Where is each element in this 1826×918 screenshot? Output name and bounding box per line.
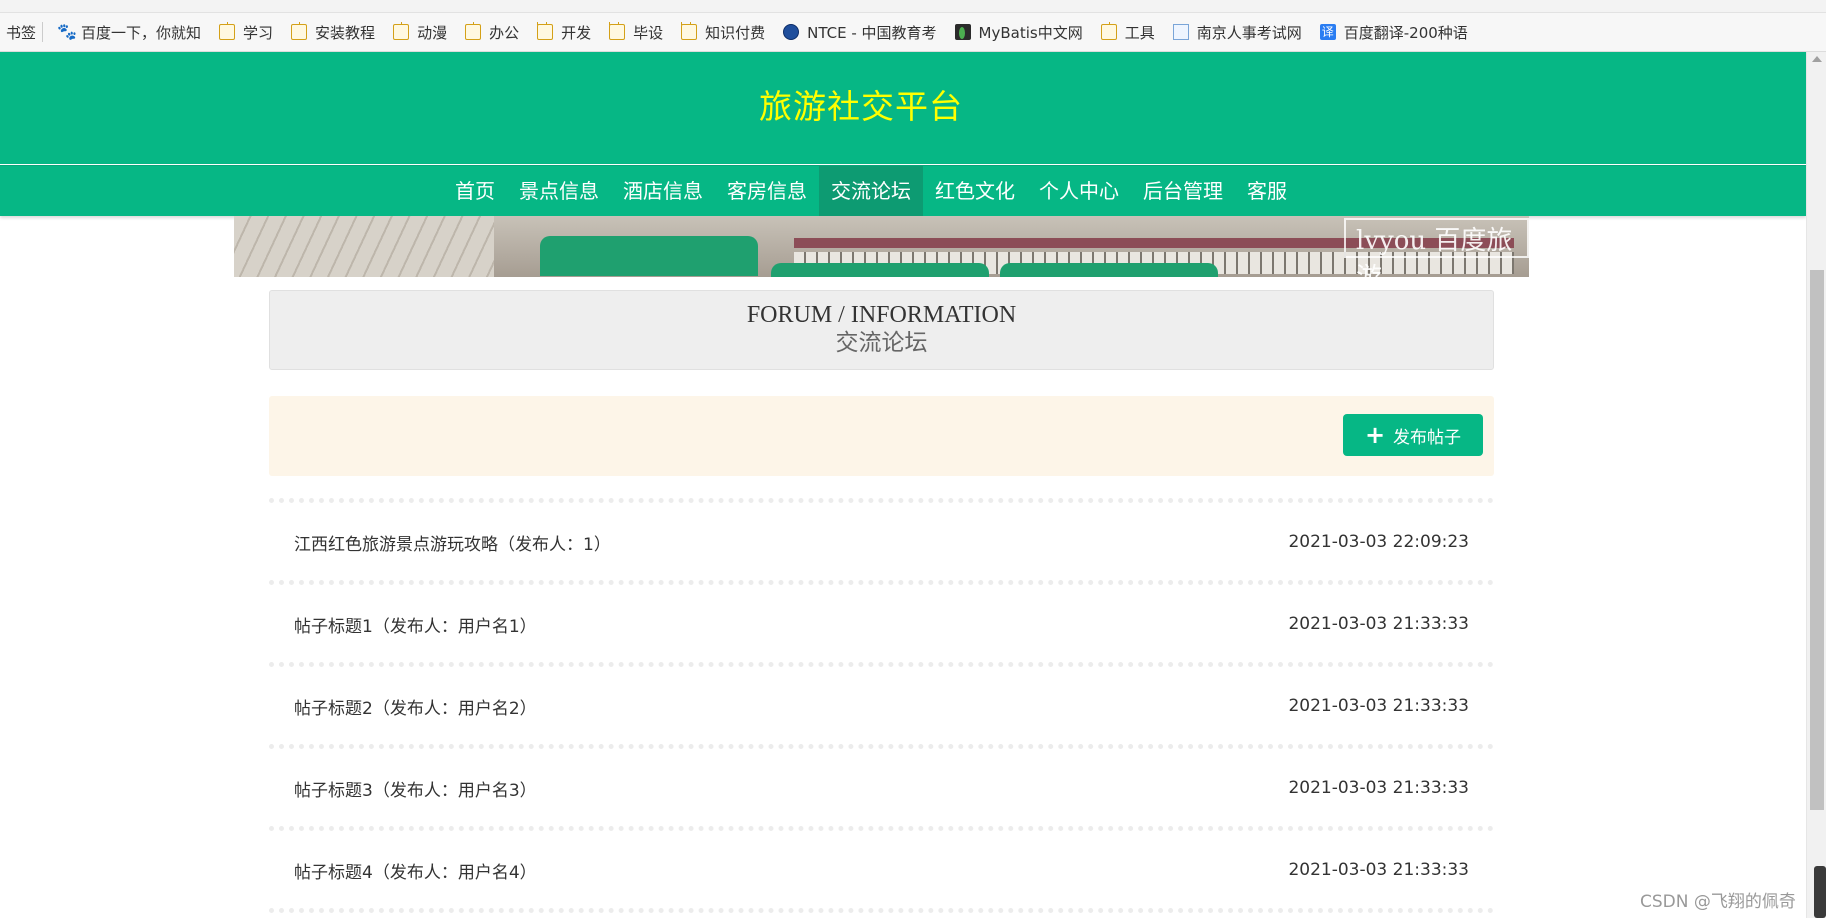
bookmark-item[interactable]: 🐾 百度一下，你就知 xyxy=(57,22,201,43)
post-timestamp: 2021-03-03 21:33:33 xyxy=(1288,778,1469,798)
bookmarks-label: 书签 xyxy=(6,23,37,42)
section-title-cn: 交流论坛 xyxy=(835,330,928,356)
folder-icon xyxy=(1100,21,1117,40)
float-widget[interactable] xyxy=(1814,866,1826,918)
bookmark-label: 工具 xyxy=(1124,23,1155,42)
forum-post-row[interactable]: 帖子标题3（发布人：用户名3） 2021-03-03 21:33:33 xyxy=(269,750,1494,826)
nav-item[interactable]: 交流论坛 xyxy=(819,166,923,216)
bookmark-label: 开发 xyxy=(561,23,592,42)
post-title-link[interactable]: 帖子标题1（发布人：用户名1） xyxy=(294,612,537,637)
folder-icon xyxy=(537,21,554,40)
page-scrollbar[interactable] xyxy=(1806,52,1826,918)
action-bar: + 发布帖子 xyxy=(269,396,1494,476)
bookmark-label: 南京人事考试网 xyxy=(1196,23,1302,42)
post-timestamp: 2021-03-03 21:33:33 xyxy=(1288,614,1469,634)
post-title-link[interactable]: 帖子标题4（发布人：用户名4） xyxy=(294,858,537,883)
row-divider xyxy=(269,908,1494,914)
browser-toolbar xyxy=(0,0,1826,13)
section-title-en: FORUM / INFORMATION xyxy=(746,302,1017,328)
bookmark-label: 安装教程 xyxy=(315,23,376,42)
folder-icon xyxy=(681,21,698,40)
bookmark-item[interactable]: 办公 xyxy=(465,21,520,43)
bookmark-item[interactable]: MyBatis中文网 xyxy=(954,22,1083,43)
carousel-tab-3[interactable] xyxy=(1000,263,1218,277)
nav-item[interactable]: 后台管理 xyxy=(1131,166,1235,216)
forum-post-list: 江西红色旅游景点游玩攻略（发布人：1） 2021-03-03 22:09:23 帖子… xyxy=(269,498,1494,914)
bookmark-label: 办公 xyxy=(489,23,520,42)
doc-icon xyxy=(1172,24,1189,40)
bookmark-label: 毕设 xyxy=(633,23,664,42)
nav-item[interactable]: 酒店信息 xyxy=(611,166,715,216)
banner-watermark: lvyou 百度旅游 xyxy=(1344,218,1529,277)
forum-post-row[interactable]: 帖子标题1（发布人：用户名1） 2021-03-03 21:33:33 xyxy=(269,586,1494,662)
folder-icon xyxy=(291,21,308,40)
bookmark-item[interactable]: 毕设 xyxy=(609,21,664,43)
nav-item[interactable]: 个人中心 xyxy=(1027,166,1131,216)
publish-post-button[interactable]: + 发布帖子 xyxy=(1343,414,1483,456)
post-title-link[interactable]: 帖子标题3（发布人：用户名3） xyxy=(294,776,537,801)
post-title-link[interactable]: 江西红色旅游景点游玩攻略（发布人：1） xyxy=(294,530,611,555)
bookmark-label: 学习 xyxy=(243,23,274,42)
translate-icon: 译 xyxy=(1319,24,1336,40)
bookmark-label: 动漫 xyxy=(417,23,448,42)
page: 书签 🐾 百度一下，你就知 学习 安装教程 动漫 办公 开发 毕设 知识付费 NTCE - 中国教… xyxy=(0,0,1826,918)
forum-post-row[interactable]: 江西红色旅游景点游玩攻略（发布人：1） 2021-03-03 22:09:23 xyxy=(269,504,1494,580)
carousel-tab-1[interactable] xyxy=(540,236,758,276)
scroll-up-arrow-icon[interactable] xyxy=(1812,56,1822,62)
bookmark-item[interactable]: NTCE - 中国教育考 xyxy=(783,22,937,43)
publish-post-label: 发布帖子 xyxy=(1393,427,1462,448)
bookmark-item[interactable]: 工具 xyxy=(1100,21,1155,43)
nav-item[interactable]: 景点信息 xyxy=(507,166,611,216)
bookmark-label: MyBatis中文网 xyxy=(978,23,1083,42)
post-timestamp: 2021-03-03 22:09:23 xyxy=(1288,532,1469,552)
scroll-thumb[interactable] xyxy=(1810,270,1824,810)
bookmarks-divider xyxy=(42,22,44,42)
nav-item[interactable]: 客服 xyxy=(1235,166,1299,216)
forum-post-row[interactable]: 帖子标题2（发布人：用户名2） 2021-03-03 21:33:33 xyxy=(269,668,1494,744)
post-timestamp: 2021-03-03 21:33:33 xyxy=(1288,860,1469,880)
site-title[interactable]: 旅游社交平台 xyxy=(0,80,1722,128)
csdn-watermark: CSDN @飞翔的佩奇 xyxy=(1640,892,1796,912)
nav-item[interactable]: 红色文化 xyxy=(923,166,1027,216)
bookmark-item[interactable]: 动漫 xyxy=(393,21,448,43)
bookmark-item[interactable]: 开发 xyxy=(537,21,592,43)
bookmark-item[interactable]: 知识付费 xyxy=(681,21,766,43)
bookmark-label: NTCE - 中国教育考 xyxy=(807,23,937,42)
nav-item[interactable]: 客房信息 xyxy=(715,166,819,216)
main-nav: 首页 景点信息 酒店信息 客房信息 交流论坛 红色文化 个人中心 后台管理 客服 xyxy=(0,165,1806,216)
forum-post-row[interactable]: 帖子标题4（发布人：用户名4） 2021-03-03 21:33:33 xyxy=(269,832,1494,908)
plus-icon: + xyxy=(1364,421,1386,449)
bookmarks-bar: 书签 🐾 百度一下，你就知 学习 安装教程 动漫 办公 开发 毕设 知识付费 NTCE - 中国教… xyxy=(0,13,1826,52)
bookmark-label: 知识付费 xyxy=(705,23,766,42)
folder-icon xyxy=(393,21,410,40)
banner-walkway xyxy=(234,216,494,277)
folder-icon xyxy=(609,21,626,40)
banner-image: lvyou 百度旅游 xyxy=(234,216,1529,277)
bookmark-item[interactable]: 南京人事考试网 xyxy=(1172,22,1302,43)
site-header: 旅游社交平台 xyxy=(0,52,1806,164)
carousel-tab-2[interactable] xyxy=(771,263,989,277)
bookmark-item[interactable]: 安装教程 xyxy=(291,21,376,43)
bookmark-label: 百度翻译-200种语 xyxy=(1343,23,1468,42)
bookmark-item[interactable]: 学习 xyxy=(219,21,274,43)
nav-item[interactable]: 首页 xyxy=(443,166,507,216)
leaf-icon xyxy=(954,24,971,40)
globe-icon xyxy=(783,24,800,40)
bookmark-item[interactable]: 译百度翻译-200种语 xyxy=(1319,22,1468,43)
baidu-paw-icon: 🐾 xyxy=(57,22,77,41)
post-timestamp: 2021-03-03 21:33:33 xyxy=(1288,696,1469,716)
bookmark-label: 百度一下，你就知 xyxy=(81,23,202,42)
folder-icon xyxy=(465,21,482,40)
folder-icon xyxy=(219,21,236,40)
section-title-box: FORUM / INFORMATION 交流论坛 xyxy=(269,290,1494,370)
post-title-link[interactable]: 帖子标题2（发布人：用户名2） xyxy=(294,694,537,719)
